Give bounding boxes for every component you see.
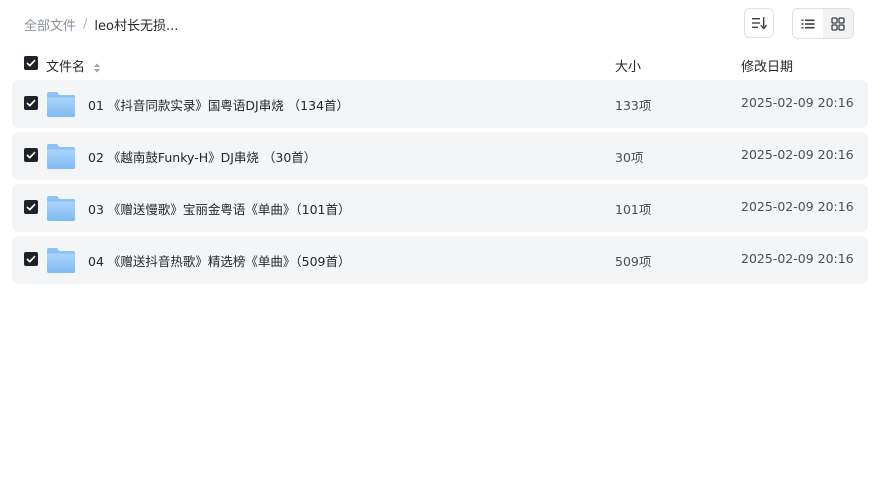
table-header: 文件名 大小 修改日期 bbox=[12, 52, 868, 76]
file-name[interactable]: 02 《越南鼓Funky-H》DJ串烧 （30首） bbox=[88, 147, 316, 166]
folder-icon bbox=[47, 92, 75, 117]
file-size: 509项 bbox=[615, 254, 652, 269]
column-modified-header: 修改日期 bbox=[741, 60, 794, 75]
file-modified-date: 2025-02-09 20:16 bbox=[741, 95, 854, 110]
folder-icon bbox=[47, 144, 75, 169]
file-size: 101项 bbox=[615, 202, 652, 217]
file-name[interactable]: 03 《赠送慢歌》宝丽金粤语《单曲》（101首） bbox=[88, 199, 351, 218]
list-view-button[interactable] bbox=[793, 9, 823, 38]
check-icon bbox=[26, 151, 36, 159]
file-size: 133项 bbox=[615, 98, 652, 113]
check-icon bbox=[26, 203, 36, 211]
column-name-header[interactable]: 文件名 bbox=[46, 56, 101, 75]
row-checkbox[interactable] bbox=[24, 96, 38, 110]
column-size-header: 大小 bbox=[615, 60, 642, 75]
sort-caret-icon bbox=[94, 63, 101, 72]
top-bar: 全部文件 / leo村长无损... bbox=[0, 0, 878, 48]
table-row[interactable]: 03 《赠送慢歌》宝丽金粤语《单曲》（101首） 101项 2025-02-09 2… bbox=[12, 184, 868, 232]
row-checkbox[interactable] bbox=[24, 200, 38, 214]
folder-icon bbox=[47, 248, 75, 273]
file-modified-date: 2025-02-09 20:16 bbox=[741, 147, 854, 162]
breadcrumb: 全部文件 / leo村长无损... bbox=[24, 15, 178, 34]
table-row[interactable]: 04 《赠送抖音热歌》精选榜《单曲》（509首） 509项 2025-02-09 2… bbox=[12, 236, 868, 284]
breadcrumb-separator: / bbox=[83, 17, 88, 32]
view-toggle bbox=[792, 8, 854, 39]
sort-button[interactable] bbox=[744, 8, 774, 38]
table-row[interactable]: 02 《越南鼓Funky-H》DJ串烧 （30首） 30项 2025-02-09 2… bbox=[12, 132, 868, 180]
grid-view-icon bbox=[831, 16, 845, 31]
column-name-label: 文件名 bbox=[46, 60, 86, 75]
select-all-checkbox[interactable] bbox=[24, 56, 38, 70]
check-icon bbox=[26, 255, 36, 263]
file-name[interactable]: 01 《抖音同款实录》国粤语DJ串烧 （134首） bbox=[88, 95, 349, 114]
check-icon bbox=[26, 59, 36, 67]
row-checkbox[interactable] bbox=[24, 148, 38, 162]
sort-icon bbox=[752, 17, 767, 30]
row-checkbox[interactable] bbox=[24, 252, 38, 266]
file-size: 30项 bbox=[615, 150, 644, 165]
file-modified-date: 2025-02-09 20:16 bbox=[741, 199, 854, 214]
file-modified-date: 2025-02-09 20:16 bbox=[741, 251, 854, 266]
breadcrumb-current: leo村长无损... bbox=[94, 19, 179, 34]
list-view-icon bbox=[801, 19, 815, 28]
table-row[interactable]: 01 《抖音同款实录》国粤语DJ串烧 （134首） 133项 2025-02-09 … bbox=[12, 80, 868, 128]
folder-icon bbox=[47, 196, 75, 221]
check-icon bbox=[26, 99, 36, 107]
breadcrumb-root-link[interactable]: 全部文件 bbox=[24, 15, 76, 34]
file-name[interactable]: 04 《赠送抖音热歌》精选榜《单曲》（509首） bbox=[88, 251, 351, 270]
grid-view-button[interactable] bbox=[823, 9, 853, 38]
